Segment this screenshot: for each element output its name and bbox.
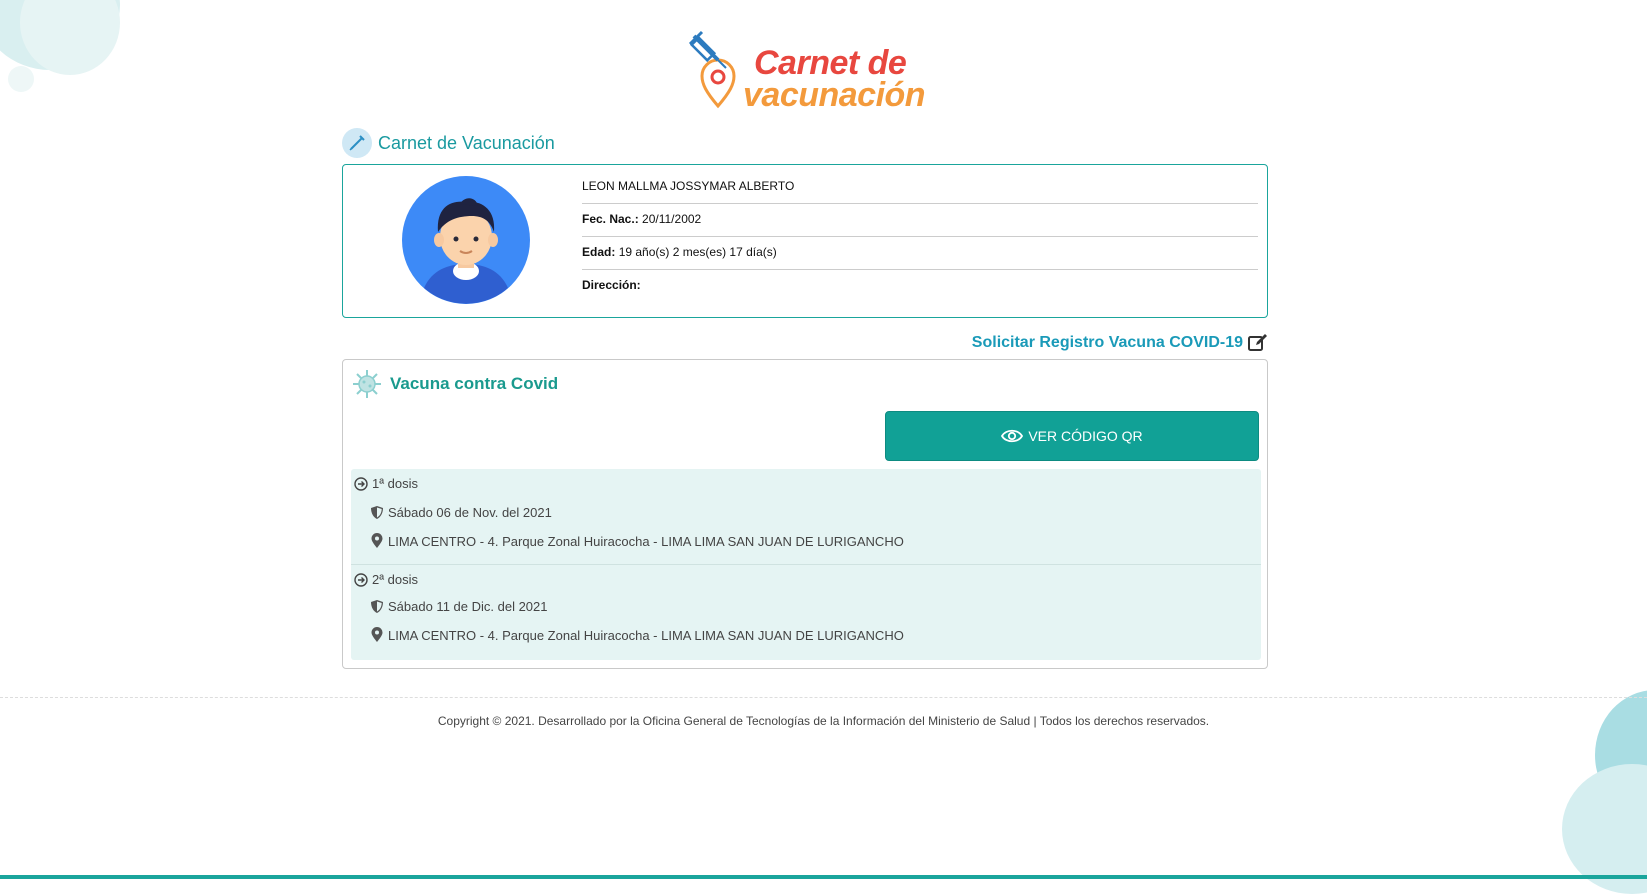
decorative-blob [8,66,34,92]
request-link-label: Solicitar Registro Vacuna COVID-19 [971,334,1243,351]
vaccine-title-text: Vacuna contra Covid [390,374,559,393]
age-value: 19 año(s) 2 mes(es) 17 día(s) [618,245,777,259]
birth-date-label: Fec. Nac.: [582,212,639,226]
dose-place-row: LIMA CENTRO - 4. Parque Zonal Huiracocha… [370,533,904,549]
syringe-icon [342,128,372,158]
avatar [402,176,530,304]
birth-date-row: Fec. Nac.: 20/11/2002 [582,204,1258,237]
dose-label: 1ª dosis [372,476,419,491]
list-item: 1ª dosis Sábado 06 de Nov. del 2021 LIMA… [351,469,1261,564]
address-row: Dirección: [582,270,1258,303]
address-label: Dirección: [582,278,641,292]
view-qr-code-label: VER CÓDIGO QR [1028,428,1143,444]
doses-list: 1ª dosis Sábado 06 de Nov. del 2021 LIMA… [351,469,1261,660]
person-card: LEON MALLMA JOSSYMAR ALBERTO Fec. Nac.: … [342,164,1268,318]
location-pin-icon [371,533,383,548]
request-covid-registration-link[interactable]: Solicitar Registro Vacuna COVID-19 [972,334,1268,352]
arrow-circle-right-icon [354,476,368,491]
dose-date: Sábado 06 de Nov. del 2021 [388,505,552,520]
dose-heading: 2ª dosis [354,572,418,587]
person-info: LEON MALLMA JOSSYMAR ALBERTO Fec. Nac.: … [582,171,1258,303]
syringe-pin-icon [688,30,736,109]
bottom-accent-bar [0,875,1647,879]
dose-place-row: LIMA CENTRO - 4. Parque Zonal Huiracocha… [370,627,904,643]
shield-icon [371,506,383,519]
eye-icon [1001,429,1024,443]
age-row: Edad: 19 año(s) 2 mes(es) 17 día(s) [582,237,1258,270]
birth-date-value: 20/11/2002 [642,212,702,226]
list-item: 2ª dosis Sábado 11 de Dic. del 2021 LIMA… [351,564,1261,660]
dose-heading: 1ª dosis [354,476,418,491]
location-pin-icon [371,627,383,642]
site-logo: Carnet de vacunación [688,30,928,114]
dose-date-row: Sábado 06 de Nov. del 2021 [370,505,552,520]
edit-icon [1248,334,1267,351]
age-label: Edad: [582,245,616,259]
footer-divider [0,697,1647,698]
dose-label: 2ª dosis [372,572,419,587]
virus-icon [353,370,381,398]
shield-icon [371,600,383,613]
footer-copyright: Copyright © 2021. Desarrollado por la Of… [437,714,1210,728]
vaccine-card: Vacuna contra Covid VER CÓDIGO QR 1ª dos… [342,359,1268,669]
dose-place: LIMA CENTRO - 4. Parque Zonal Huiracocha… [388,627,904,643]
page-title-text: Carnet de Vacunación [378,132,555,153]
dose-date: Sábado 11 de Dic. del 2021 [388,599,548,614]
page-title: Carnet de Vacunación [342,127,555,159]
person-name: LEON MALLMA JOSSYMAR ALBERTO [582,171,1258,204]
dose-date-row: Sábado 11 de Dic. del 2021 [370,599,548,614]
logo-text-line2: vacunación [743,76,926,114]
dose-place: LIMA CENTRO - 4. Parque Zonal Huiracocha… [388,533,904,549]
arrow-circle-right-icon [354,572,368,587]
view-qr-code-button[interactable]: VER CÓDIGO QR [885,411,1259,461]
vaccine-title: Vacuna contra Covid [351,368,558,400]
